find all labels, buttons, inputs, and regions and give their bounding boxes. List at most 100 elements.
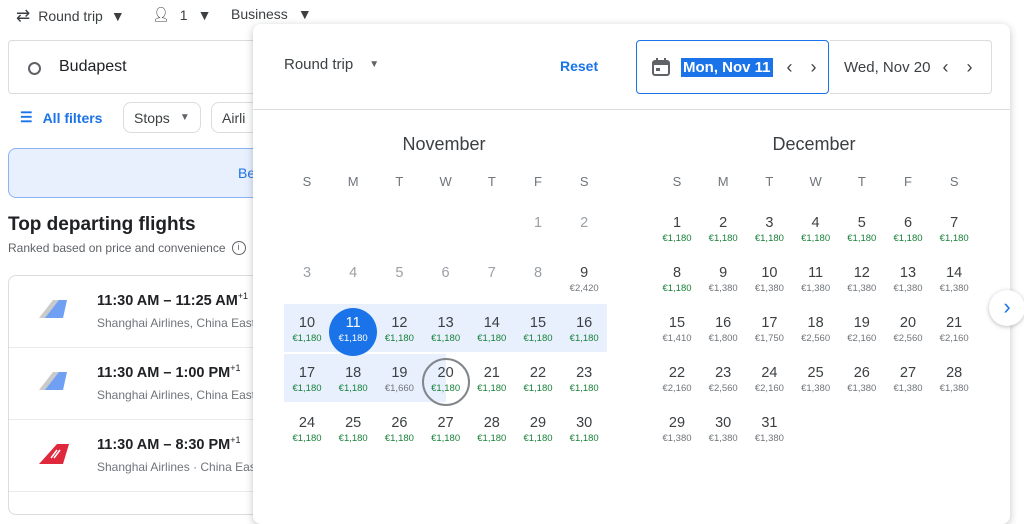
calendar-day[interactable]: 10 €1,380 — [746, 259, 792, 309]
day-number: 22 — [668, 365, 686, 381]
filters-icon: ☰ — [20, 109, 33, 125]
calendar-day[interactable]: 14 €1,180 — [469, 309, 515, 359]
cabin-label: Business — [231, 6, 288, 22]
day-price: €1,380 — [801, 383, 831, 394]
info-icon[interactable]: i — [231, 241, 246, 255]
calendar-day[interactable]: 26 €1,180 — [376, 409, 422, 459]
day-price: €1,380 — [754, 433, 784, 444]
day-number: 26 — [391, 415, 408, 431]
day-price: €1,380 — [662, 433, 692, 444]
chevron-down-icon: ▼ — [110, 8, 125, 24]
day-price: €2,560 — [801, 333, 831, 344]
departure-date-field[interactable]: Mon, Nov 11 ‹ › — [636, 40, 829, 94]
cabin-select[interactable]: Business ▼ — [231, 6, 312, 22]
calendar-day[interactable]: 15 €1,410 — [654, 309, 700, 359]
day-price: €1,180 — [801, 233, 831, 244]
calendar-day[interactable]: 8 €1,180 — [654, 259, 700, 309]
calendar-day[interactable]: 5 €1,180 — [839, 209, 885, 259]
prev-return-date-icon[interactable]: ‹ — [942, 57, 948, 78]
calendar-day[interactable]: 10 €1,180 — [284, 309, 330, 359]
flight-time: 11:30 AM – 8:30 PM — [97, 436, 231, 453]
next-return-date-icon[interactable]: › — [966, 57, 972, 78]
calendar-day[interactable]: 11 €1,180 — [330, 309, 376, 359]
picker-trip-type-label: Round trip — [284, 56, 354, 73]
day-price: €1,180 — [384, 433, 414, 444]
calendar-day[interactable]: 1 €1,180 — [654, 209, 700, 259]
next-day-marker: +1 — [230, 363, 241, 373]
day-price: €1,180 — [431, 433, 461, 444]
calendar-day[interactable]: 22 €1,180 — [515, 359, 561, 409]
calendar-day[interactable]: 4 €1,180 — [793, 209, 839, 259]
day-price: €2,160 — [939, 333, 969, 344]
calendar-day[interactable]: 29 €1,380 — [654, 409, 700, 459]
calendar-day[interactable]: 21 €1,180 — [469, 359, 515, 409]
weekday-header: W — [439, 174, 452, 189]
flight-time: 11:30 AM – 1:00 PM — [97, 364, 231, 381]
next-month-button[interactable]: › — [989, 290, 1024, 326]
calendar-day[interactable]: 20 €1,180 — [423, 359, 469, 409]
passengers-select[interactable]: 👤︎ 1 ▼ — [152, 6, 211, 23]
calendar-day[interactable]: 25 €1,380 — [793, 359, 839, 409]
chevron-down-icon: ▼ — [197, 6, 212, 23]
calendar-day[interactable]: 18 €1,180 — [330, 359, 376, 409]
calendar-day[interactable]: 20 €2,560 — [885, 309, 931, 359]
calendar-day[interactable]: 30 €1,180 — [561, 409, 607, 459]
calendar-day[interactable]: 21 €2,160 — [931, 309, 977, 359]
calendar-day[interactable]: 27 €1,380 — [885, 359, 931, 409]
calendar-day[interactable]: 12 €1,380 — [839, 259, 885, 309]
trip-type-select[interactable]: ⇄ Round trip ▼ — [16, 6, 125, 26]
flight-airlines: Shanghai Airlines · China Eas — [97, 460, 256, 474]
calendar-day: 8 — [515, 259, 561, 309]
calendar-day[interactable]: 19 €1,660 — [376, 359, 422, 409]
picker-trip-type-select[interactable]: Round trip ▼ — [284, 56, 379, 73]
all-filters-label: All filters — [42, 109, 103, 126]
next-departure-date-icon[interactable]: › — [811, 57, 817, 78]
calendar-day[interactable]: 17 €1,750 — [746, 309, 792, 359]
calendar-day[interactable]: 15 €1,180 — [515, 309, 561, 359]
day-number: 6 — [903, 215, 913, 231]
calendar-day[interactable]: 24 €1,180 — [284, 409, 330, 459]
calendar-day[interactable]: 17 €1,180 — [284, 359, 330, 409]
calendar-day[interactable]: 25 €1,180 — [330, 409, 376, 459]
day-price: €1,380 — [801, 283, 831, 294]
calendar-day[interactable]: 12 €1,180 — [376, 309, 422, 359]
day-number: 21 — [946, 315, 963, 331]
calendar-day[interactable]: 30 €1,380 — [700, 409, 746, 459]
day-price: €1,180 — [708, 233, 738, 244]
calendar-day[interactable]: 23 €1,180 — [561, 359, 607, 409]
prev-departure-date-icon[interactable]: ‹ — [787, 57, 793, 78]
calendar-day[interactable]: 26 €1,380 — [839, 359, 885, 409]
calendar-day[interactable]: 24 €2,160 — [746, 359, 792, 409]
all-filters-button[interactable]: ☰ All filters — [20, 109, 102, 126]
calendar-day[interactable]: 28 €1,180 — [469, 409, 515, 459]
next-day-marker: +1 — [237, 291, 249, 301]
reset-button[interactable]: Reset — [560, 58, 598, 74]
day-number: 10 — [761, 265, 778, 281]
calendar-day[interactable]: 13 €1,180 — [423, 309, 469, 359]
departure-date-value: Mon, Nov 11 — [681, 57, 773, 77]
calendar-day[interactable]: 27 €1,180 — [423, 409, 469, 459]
calendar-day[interactable]: 2 €1,180 — [700, 209, 746, 259]
calendar-day[interactable]: 19 €2,160 — [839, 309, 885, 359]
return-date-field[interactable]: Wed, Nov 20 ‹ › — [830, 40, 992, 94]
day-number: 17 — [298, 365, 316, 381]
calendar-day[interactable]: 7 €1,180 — [931, 209, 977, 259]
stops-filter[interactable]: Stops ▼ — [123, 102, 201, 133]
calendar-day[interactable]: 3 €1,180 — [746, 209, 792, 259]
calendar-day[interactable]: 6 €1,180 — [885, 209, 931, 259]
day-number: 3 — [302, 265, 312, 281]
calendar-day[interactable]: 23 €2,560 — [700, 359, 746, 409]
calendar-day[interactable]: 9 €1,380 — [700, 259, 746, 309]
calendar-day[interactable]: 16 €1,800 — [700, 309, 746, 359]
weekday-header: W — [809, 174, 822, 189]
calendar-day[interactable]: 22 €2,160 — [654, 359, 700, 409]
calendar-day[interactable]: 9 €2,420 — [561, 259, 607, 309]
calendar-day[interactable]: 29 €1,180 — [515, 409, 561, 459]
calendar-day[interactable]: 14 €1,380 — [931, 259, 977, 309]
calendar-day[interactable]: 31 €1,380 — [746, 409, 792, 459]
calendar-day[interactable]: 13 €1,380 — [885, 259, 931, 309]
calendar-day[interactable]: 16 €1,180 — [561, 309, 607, 359]
calendar-day[interactable]: 28 €1,380 — [931, 359, 977, 409]
calendar-day[interactable]: 11 €1,380 — [793, 259, 839, 309]
calendar-day[interactable]: 18 €2,560 — [793, 309, 839, 359]
